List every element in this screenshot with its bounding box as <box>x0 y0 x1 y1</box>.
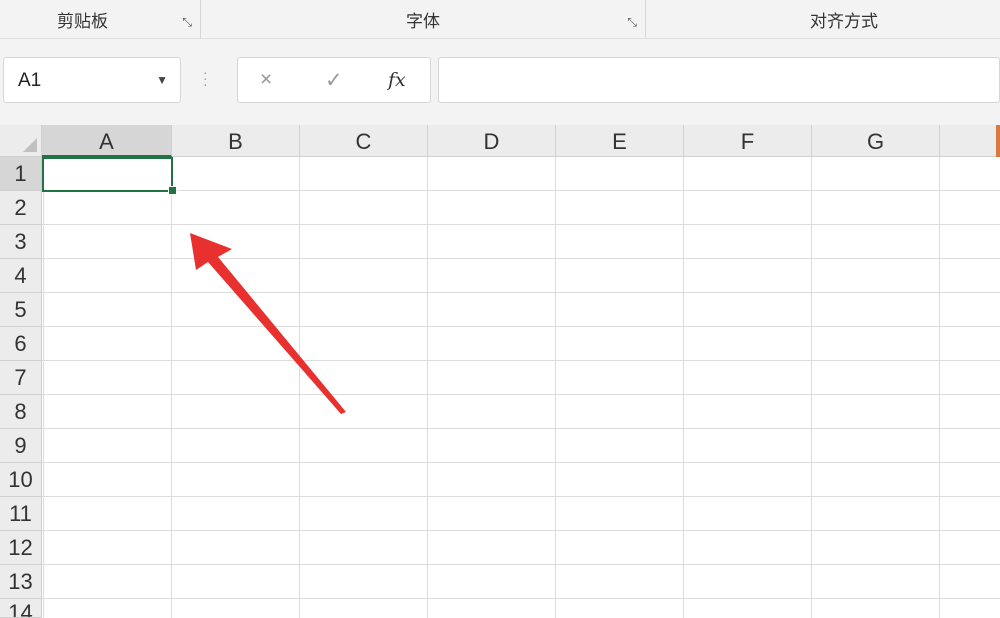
annotation-arrow-icon <box>190 233 346 414</box>
